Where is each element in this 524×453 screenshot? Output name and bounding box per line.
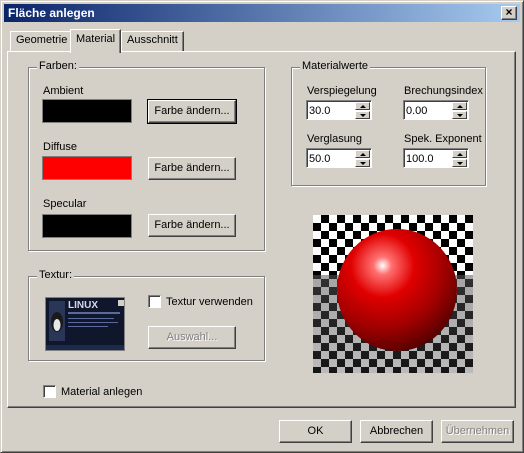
material-anlegen-checkbox[interactable] — [43, 385, 56, 398]
arrow-up-icon — [360, 153, 366, 156]
spek-exponent-label: Spek. Exponent — [404, 133, 482, 145]
diffuse-label: Diffuse — [43, 141, 78, 153]
arrow-down-icon — [457, 114, 463, 117]
texture-thumbnail: LINUX — [45, 297, 125, 351]
spin-up-button[interactable] — [355, 150, 370, 158]
textur-verwenden-checkbox[interactable] — [148, 295, 161, 308]
verglasung-label: Verglasung — [307, 133, 363, 145]
texture-thumbnail-text: LINUX — [68, 300, 98, 311]
verspiegelung-spinner[interactable] — [306, 100, 372, 120]
spek-exponent-spinner[interactable] — [403, 148, 469, 168]
arrow-down-icon — [360, 114, 366, 117]
ambient-label: Ambient — [43, 85, 84, 97]
arrow-up-icon — [360, 105, 366, 108]
textur-auswahl-button[interactable]: Auswahl... — [148, 326, 236, 349]
verspiegelung-label: Verspiegelung — [307, 85, 377, 97]
spin-down-button[interactable] — [355, 111, 370, 119]
ambient-change-color-button[interactable]: Farbe ändern... — [147, 99, 237, 124]
abbrechen-button[interactable]: Abbrechen — [360, 420, 433, 443]
textur-verwenden-label: Textur verwenden — [166, 296, 253, 308]
spin-up-button[interactable] — [355, 102, 370, 110]
ambient-color-swatch — [42, 99, 132, 123]
material-preview — [313, 215, 473, 373]
specular-color-swatch — [42, 214, 132, 238]
specular-label: Specular — [43, 198, 87, 210]
specular-change-color-button[interactable]: Farbe ändern... — [148, 214, 236, 237]
brechungsindex-input[interactable] — [406, 103, 446, 118]
uebernehmen-button[interactable]: Übernehmen — [441, 420, 514, 443]
verglasung-spinner[interactable] — [306, 148, 372, 168]
spin-down-button[interactable] — [452, 111, 467, 119]
spek-exponent-input[interactable] — [406, 151, 446, 166]
arrow-down-icon — [457, 162, 463, 165]
spin-down-button[interactable] — [452, 159, 467, 167]
spin-up-button[interactable] — [452, 102, 467, 110]
brechungsindex-spinner[interactable] — [403, 100, 469, 120]
preview-sphere — [337, 229, 457, 351]
arrow-up-icon — [457, 153, 463, 156]
arrow-up-icon — [457, 105, 463, 108]
ok-button[interactable]: OK — [279, 420, 352, 443]
materialwerte-group-label: Materialwerte — [300, 60, 371, 72]
spin-up-button[interactable] — [452, 150, 467, 158]
verspiegelung-input[interactable] — [309, 103, 349, 118]
arrow-down-icon — [360, 162, 366, 165]
spin-down-button[interactable] — [355, 159, 370, 167]
farben-group-label: Farben: — [37, 60, 79, 72]
diffuse-color-swatch — [42, 156, 132, 180]
verglasung-input[interactable] — [309, 151, 349, 166]
textur-group-label: Textur: — [37, 269, 75, 281]
material-anlegen-label: Material anlegen — [61, 386, 143, 398]
diffuse-change-color-button[interactable]: Farbe ändern... — [148, 157, 236, 180]
brechungsindex-label: Brechungsindex — [404, 85, 483, 97]
